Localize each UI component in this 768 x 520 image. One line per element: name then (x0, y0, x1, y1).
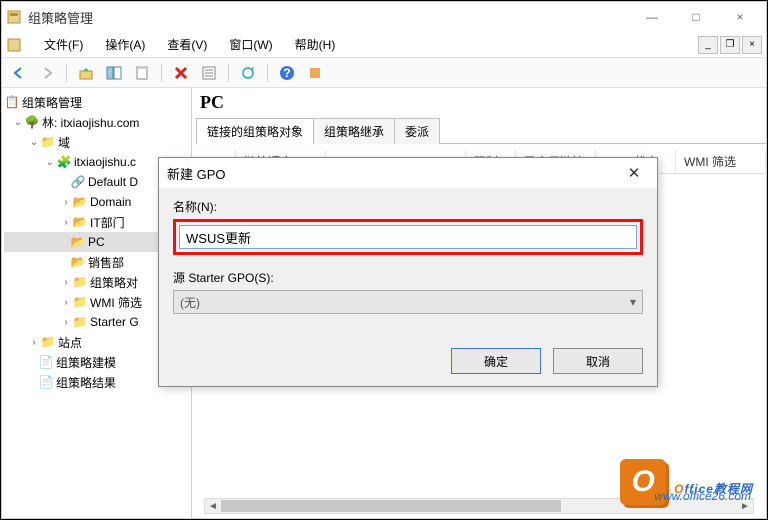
ok-button[interactable]: 确定 (451, 348, 541, 374)
console-icon: 📋 (4, 95, 20, 109)
tree-starter[interactable]: Starter G (90, 315, 139, 329)
close-button[interactable]: × (718, 3, 762, 31)
expand-icon[interactable]: › (60, 217, 72, 228)
ou-icon: 📂 (72, 195, 88, 209)
ou-icon: 📂 (70, 255, 86, 269)
tree-domains[interactable]: 域 (58, 134, 70, 151)
dialog-title: 新建 GPO (167, 164, 619, 183)
new-gpo-dialog: 新建 GPO ✕ 名称(N): 源 Starter GPO(S): (无) ▾ … (158, 157, 658, 387)
scroll-thumb[interactable] (221, 500, 561, 512)
maximize-button[interactable]: □ (674, 3, 718, 31)
cancel-button[interactable]: 取消 (553, 348, 643, 374)
properties-icon[interactable] (198, 62, 220, 84)
folder-icon: 📁 (40, 135, 56, 149)
tree-domain[interactable]: itxiaojishu.c (74, 155, 136, 169)
refresh-icon[interactable] (237, 62, 259, 84)
mdi-restore-button[interactable]: ❐ (720, 36, 740, 54)
mdi-close-button[interactable]: × (742, 36, 762, 54)
svg-text:?: ? (283, 66, 290, 80)
domain-icon: 🧩 (56, 155, 72, 169)
watermark: O Office教程网 www.office26.com (620, 459, 753, 505)
watermark-url: www.office26.com (654, 489, 751, 503)
name-label: 名称(N): (173, 198, 643, 215)
tree-sites[interactable]: 站点 (58, 334, 82, 351)
tree-result[interactable]: 组策略结果 (56, 374, 116, 391)
chevron-down-icon: ▾ (630, 295, 636, 309)
expand-icon[interactable]: › (60, 297, 72, 308)
back-button[interactable] (8, 62, 30, 84)
menu-file[interactable]: 文件(F) (34, 34, 93, 55)
tree-wmi[interactable]: WMI 筛选 (90, 294, 142, 311)
menu-action[interactable]: 操作(A) (95, 34, 155, 55)
scroll-left-icon[interactable]: ◄ (205, 499, 221, 513)
stop-icon[interactable] (304, 62, 326, 84)
gpo-link-icon: 🔗 (70, 175, 86, 189)
forward-button[interactable] (36, 62, 58, 84)
menu-window[interactable]: 窗口(W) (219, 34, 282, 55)
help-icon[interactable]: ? (276, 62, 298, 84)
ou-icon: 📂 (72, 215, 88, 229)
tab-deleg[interactable]: 委派 (394, 118, 440, 144)
menu-help[interactable]: 帮助(H) (285, 34, 346, 55)
folder-icon: 📁 (72, 275, 88, 289)
tree-forest[interactable]: 林: itxiaojishu.com (42, 114, 139, 131)
tab-inherit[interactable]: 组策略继承 (313, 118, 395, 144)
expand-icon[interactable]: › (60, 317, 72, 328)
highlight-box (173, 219, 643, 255)
tree-default[interactable]: Default D (88, 175, 138, 189)
collapse-icon[interactable]: ⌄ (12, 117, 24, 128)
expand-icon[interactable]: › (60, 277, 72, 288)
starter-label: 源 Starter GPO(S): (173, 269, 643, 286)
mdi-min-button[interactable]: _ (698, 36, 718, 54)
tree-it[interactable]: IT部门 (90, 214, 125, 231)
clipboard-icon[interactable] (131, 62, 153, 84)
expand-icon[interactable]: › (28, 337, 40, 348)
report-icon: 📄 (38, 355, 54, 369)
collapse-icon[interactable]: ⌄ (28, 137, 40, 148)
tree-gpo[interactable]: 组策略对 (90, 274, 138, 291)
tree-pc[interactable]: PC (88, 235, 105, 249)
menu-view[interactable]: 查看(V) (157, 34, 217, 55)
folder-icon: 📁 (72, 315, 88, 329)
report-icon: 📄 (38, 375, 54, 389)
up-folder-icon[interactable] (75, 62, 97, 84)
name-input[interactable] (179, 225, 637, 249)
ou-icon: 📂 (70, 235, 86, 249)
tab-linked[interactable]: 链接的组策略对象 (196, 118, 314, 144)
app-menu-icon (6, 37, 22, 53)
col-wmi[interactable]: WMI 筛选 (676, 150, 766, 173)
collapse-icon[interactable]: ⌄ (44, 157, 56, 168)
tree-root[interactable]: 组策略管理 (22, 94, 82, 111)
delete-icon[interactable] (170, 62, 192, 84)
starter-value: (无) (180, 294, 200, 311)
minimize-button[interactable]: — (630, 3, 674, 31)
tree-sales[interactable]: 销售部 (88, 254, 124, 271)
show-tree-icon[interactable] (103, 62, 125, 84)
app-icon (6, 9, 22, 25)
expand-icon[interactable]: › (60, 197, 72, 208)
tree-model[interactable]: 组策略建模 (56, 354, 116, 371)
folder-icon: 📁 (40, 335, 56, 349)
dialog-close-button[interactable]: ✕ (619, 161, 649, 185)
forest-icon: 🌳 (24, 115, 40, 129)
folder-icon: 📁 (72, 295, 88, 309)
tree-domainc[interactable]: Domain (90, 195, 131, 209)
starter-select[interactable]: (无) ▾ (173, 290, 643, 314)
page-title: PC (196, 90, 766, 115)
window-title: 组策略管理 (28, 8, 630, 27)
